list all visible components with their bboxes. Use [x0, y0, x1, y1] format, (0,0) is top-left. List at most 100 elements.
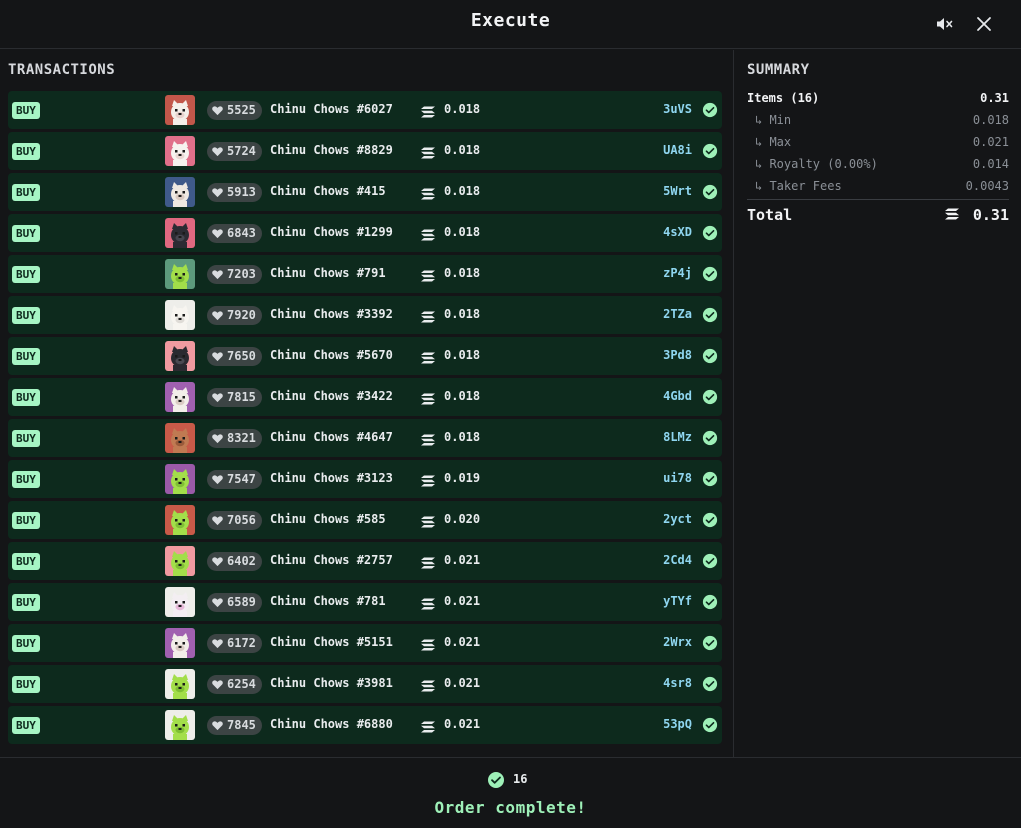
summary-divider — [747, 199, 1009, 200]
rarity-rank-value: 7547 — [227, 472, 256, 486]
tx-signature-link[interactable]: 2yct — [663, 512, 692, 526]
check-circle-icon — [702, 307, 718, 323]
table-row[interactable]: BUY 6589 Chinu Chows #781 0.021 yTYf — [8, 583, 722, 621]
tx-signature-link[interactable]: 3Pd8 — [663, 348, 692, 362]
rarity-rank-value: 5724 — [227, 144, 256, 158]
tx-signature-link[interactable]: 4sXD — [663, 225, 692, 239]
tx-signature-link[interactable]: zP4j — [663, 266, 692, 280]
nft-image — [165, 587, 195, 617]
check-circle-icon — [702, 594, 718, 610]
tx-signature-link[interactable]: ui78 — [663, 471, 692, 485]
nft-name: Chinu Chows #781 — [270, 594, 386, 608]
table-row[interactable]: BUY 7845 Chinu Chows #6880 0.021 53pQ — [8, 706, 722, 744]
table-row[interactable]: BUY 7650 Chinu Chows #5670 0.018 3Pd8 — [8, 337, 722, 375]
nft-image — [165, 546, 195, 576]
rarity-rank-value: 6172 — [227, 636, 256, 650]
summary-taker-value: 0.0043 — [965, 179, 1009, 193]
heart-icon — [212, 721, 223, 731]
table-row[interactable]: BUY 5913 Chinu Chows #415 0.018 5Wrt — [8, 173, 722, 211]
rarity-rank: 5913 — [207, 183, 262, 202]
tx-signature-link[interactable]: 5Wrt — [663, 184, 692, 198]
tx-signature-link[interactable]: yTYf — [663, 594, 692, 608]
rarity-rank-value: 6589 — [227, 595, 256, 609]
tx-signature-link[interactable]: 2Wrx — [663, 635, 692, 649]
close-button[interactable] — [972, 12, 996, 36]
table-row[interactable]: BUY 5724 Chinu Chows #8829 0.018 UA8i — [8, 132, 722, 170]
table-row[interactable]: BUY 8321 Chinu Chows #4647 0.018 8LMz — [8, 419, 722, 457]
rarity-rank-value: 5913 — [227, 185, 256, 199]
table-row[interactable]: BUY 7815 Chinu Chows #3422 0.018 4Gbd — [8, 378, 722, 416]
tx-signature-link[interactable]: 8LMz — [663, 430, 692, 444]
summary-min-value: 0.018 — [972, 113, 1009, 127]
rarity-rank: 7547 — [207, 470, 262, 489]
nft-image — [165, 300, 195, 330]
tx-signature-link[interactable]: UA8i — [663, 143, 692, 157]
check-circle-icon — [702, 143, 718, 159]
table-row[interactable]: BUY 7203 Chinu Chows #791 0.018 zP4j — [8, 255, 722, 293]
nft-name: Chinu Chows #5151 — [270, 635, 393, 649]
table-row[interactable]: BUY 7547 Chinu Chows #3123 0.019 ui78 — [8, 460, 722, 498]
buy-badge: BUY — [12, 143, 40, 160]
check-circle-icon — [702, 553, 718, 569]
rarity-rank-value: 6254 — [227, 677, 256, 691]
nft-price: 0.021 — [444, 676, 481, 690]
rarity-rank-value: 7845 — [227, 718, 256, 732]
tx-signature-link[interactable]: 3uVS — [663, 102, 692, 116]
nft-name: Chinu Chows #2757 — [270, 553, 393, 567]
check-circle-icon — [702, 635, 718, 651]
solana-icon — [421, 188, 435, 200]
summary-title: SUMMARY — [747, 62, 810, 78]
summary-min-label: ↳ Min — [755, 113, 792, 127]
rarity-rank-value: 7203 — [227, 267, 256, 281]
nft-price: 0.021 — [444, 594, 481, 608]
rarity-rank: 7056 — [207, 511, 262, 530]
nft-thumbnail — [165, 464, 195, 494]
modal-header: Execute — [0, 0, 1021, 49]
solana-icon — [421, 106, 435, 118]
tx-signature-link[interactable]: 53pQ — [663, 717, 692, 731]
heart-icon — [212, 147, 223, 157]
table-row[interactable]: BUY 6254 Chinu Chows #3981 0.021 4sr8 — [8, 665, 722, 703]
solana-icon — [945, 208, 959, 220]
solana-icon — [421, 598, 435, 610]
buy-badge: BUY — [12, 225, 40, 242]
check-circle-icon — [702, 676, 718, 692]
nft-price: 0.021 — [444, 717, 481, 731]
rarity-rank: 5724 — [207, 142, 262, 161]
nft-name: Chinu Chows #1299 — [270, 225, 393, 239]
heart-icon — [212, 352, 223, 362]
rarity-rank-value: 7650 — [227, 349, 256, 363]
table-row[interactable]: BUY 6172 Chinu Chows #5151 0.021 2Wrx — [8, 624, 722, 662]
table-row[interactable]: BUY 7920 Chinu Chows #3392 0.018 2TZa — [8, 296, 722, 334]
rarity-rank: 7650 — [207, 347, 262, 366]
table-row[interactable]: BUY 5525 Chinu Chows #6027 0.018 3uVS — [8, 91, 722, 129]
table-row[interactable]: BUY 7056 Chinu Chows #585 0.020 2yct — [8, 501, 722, 539]
nft-thumbnail — [165, 259, 195, 289]
rarity-rank: 6254 — [207, 675, 262, 694]
table-row[interactable]: BUY 6402 Chinu Chows #2757 0.021 2Cd4 — [8, 542, 722, 580]
completed-count-value: 16 — [513, 772, 528, 786]
tx-signature-link[interactable]: 4Gbd — [663, 389, 692, 403]
summary-panel: SUMMARY Items (16) 0.31 ↳ Min 0.018 ↳ Ma… — [747, 62, 1009, 224]
rarity-rank: 8321 — [207, 429, 262, 448]
tx-signature-link[interactable]: 2Cd4 — [663, 553, 692, 567]
summary-items-label: Items (16) — [747, 91, 820, 105]
transactions-title: TRANSACTIONS — [8, 62, 116, 78]
close-icon — [977, 17, 991, 31]
tx-signature-link[interactable]: 4sr8 — [663, 676, 692, 690]
nft-name: Chinu Chows #6027 — [270, 102, 393, 116]
nft-image — [165, 710, 195, 740]
heart-icon — [212, 475, 223, 485]
nft-thumbnail — [165, 710, 195, 740]
mute-button[interactable] — [932, 12, 956, 36]
solana-icon — [421, 352, 435, 364]
buy-badge: BUY — [12, 307, 40, 324]
tx-signature-link[interactable]: 2TZa — [663, 307, 692, 321]
table-row[interactable]: BUY 6843 Chinu Chows #1299 0.018 4sXD — [8, 214, 722, 252]
check-circle-icon — [702, 389, 718, 405]
check-circle-icon — [702, 102, 718, 118]
completed-count: 16 — [487, 771, 527, 793]
nft-price: 0.020 — [444, 512, 481, 526]
heart-icon — [212, 311, 223, 321]
nft-thumbnail — [165, 341, 195, 371]
